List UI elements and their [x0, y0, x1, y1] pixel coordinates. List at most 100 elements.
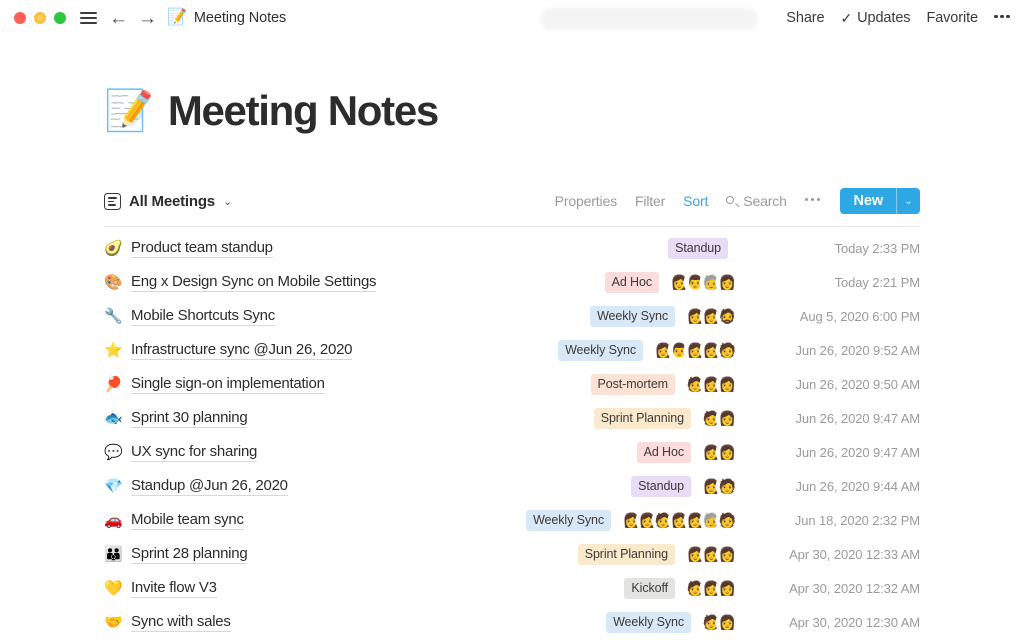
- avatar[interactable]: 👩: [717, 374, 738, 395]
- hamburger-menu-icon[interactable]: [80, 12, 97, 23]
- row-tag-badge[interactable]: Post-mortem: [591, 374, 675, 396]
- row-name-cell[interactable]: 🔧Mobile Shortcuts Sync: [104, 307, 275, 326]
- more-options-icon[interactable]: [994, 15, 1010, 22]
- row-title-link[interactable]: Invite flow V3: [131, 579, 217, 598]
- row-name-cell[interactable]: 🎨Eng x Design Sync on Mobile Settings: [104, 273, 376, 292]
- table-row[interactable]: 🏓Single sign-on implementation Post-morte…: [104, 367, 920, 401]
- row-title-link[interactable]: Standup @Jun 26, 2020: [131, 477, 288, 496]
- row-name-cell[interactable]: 🚗Mobile team sync: [104, 511, 244, 530]
- table-row[interactable]: 💎Standup @Jun 26, 2020Standup👩🧑Jun 26, 2…: [104, 469, 920, 503]
- table-view-icon: [104, 193, 121, 210]
- row-title-link[interactable]: Sprint 28 planning: [131, 545, 247, 564]
- sort-button[interactable]: Sort: [683, 193, 708, 209]
- row-avatar-group[interactable]: 🧑👩: [701, 408, 738, 429]
- avatar[interactable]: 👩: [717, 544, 738, 565]
- row-avatar-group[interactable]: 🧑👩👩: [685, 578, 738, 599]
- row-tag-badge[interactable]: Sprint Planning: [594, 408, 691, 430]
- row-title-link[interactable]: Mobile Shortcuts Sync: [131, 307, 275, 326]
- search-button[interactable]: Search: [726, 193, 786, 209]
- table-row[interactable]: 💛Invite flow V3Kickoff🧑👩👩Apr 30, 2020 12…: [104, 571, 920, 605]
- share-button[interactable]: Share: [786, 10, 824, 26]
- avatar[interactable]: 👩: [717, 442, 738, 463]
- table-row[interactable]: 🔧Mobile Shortcuts SyncWeekly Sync👩👩🧔Aug …: [104, 299, 920, 333]
- avatar[interactable]: 🧔: [717, 306, 738, 327]
- row-tag-badge[interactable]: Ad Hoc: [605, 272, 659, 294]
- view-name-label: All Meetings: [129, 193, 215, 210]
- page-emoji-icon[interactable]: 📝: [104, 91, 154, 131]
- row-avatar-group[interactable]: 🧑👩: [701, 612, 738, 633]
- table-row[interactable]: 👪Sprint 28 planningSprint Planning👩👩👩Apr…: [104, 537, 920, 571]
- avatar[interactable]: 👩: [717, 272, 738, 293]
- view-selector-all-meetings[interactable]: All Meetings ⌄: [104, 193, 232, 210]
- avatar[interactable]: 🧑: [717, 340, 738, 361]
- row-tag-badge[interactable]: Standup: [668, 238, 728, 260]
- row-date: Jun 26, 2020 9:47 AM: [748, 445, 920, 460]
- row-meta-cell: Sprint Planning👩👩👩Apr 30, 2020 12:33 AM: [578, 544, 920, 566]
- toolbar-more-options-icon[interactable]: [805, 198, 821, 204]
- search-label: Search: [743, 193, 786, 209]
- row-tag-badge[interactable]: Standup: [631, 476, 691, 498]
- page-title[interactable]: Meeting Notes: [168, 90, 438, 132]
- row-avatar-group[interactable]: 👩👩🧑👩👩🧓🧑: [621, 510, 738, 531]
- row-avatar-group[interactable]: 👩👩👩: [685, 544, 738, 565]
- table-row[interactable]: 🎨Eng x Design Sync on Mobile Settings Ad …: [104, 265, 920, 299]
- row-avatar-group[interactable]: 👩👩🧔: [685, 306, 738, 327]
- row-avatar-group[interactable]: 👩🧑: [701, 476, 738, 497]
- new-button[interactable]: New ⌄: [840, 188, 920, 214]
- row-tag-badge[interactable]: Ad Hoc: [637, 442, 691, 464]
- row-tag-badge[interactable]: Kickoff: [624, 578, 675, 600]
- row-avatar-group[interactable]: 🧑👩👩: [685, 374, 738, 395]
- avatar[interactable]: 👩: [717, 612, 738, 633]
- breadcrumb-document-title[interactable]: Meeting Notes: [194, 10, 286, 26]
- row-name-cell[interactable]: 🥑Product team standup: [104, 239, 273, 258]
- minimize-window-button[interactable]: [34, 12, 46, 24]
- table-row[interactable]: 🥑Product team standupStandupToday 2:33 P…: [104, 231, 920, 265]
- maximize-window-button[interactable]: [54, 12, 66, 24]
- row-name-cell[interactable]: 💛Invite flow V3: [104, 579, 217, 598]
- row-tag-badge[interactable]: Weekly Sync: [606, 612, 691, 634]
- avatar[interactable]: 👩: [717, 408, 738, 429]
- updates-button[interactable]: ✓ Updates: [840, 10, 910, 27]
- row-title-link[interactable]: Sprint 30 planning: [131, 409, 247, 428]
- filter-button[interactable]: Filter: [635, 193, 665, 209]
- row-tag-badge[interactable]: Sprint Planning: [578, 544, 675, 566]
- row-avatar-group[interactable]: 👩👨🧓👩: [669, 272, 738, 293]
- row-avatar-group[interactable]: 👩👨👩👩🧑: [653, 340, 738, 361]
- row-tag-badge[interactable]: Weekly Sync: [526, 510, 611, 532]
- close-window-button[interactable]: [14, 12, 26, 24]
- row-name-cell[interactable]: ⭐Infrastructure sync @Jun 26, 2020: [104, 341, 352, 360]
- table-row[interactable]: 🤝Sync with salesWeekly Sync🧑👩Apr 30, 202…: [104, 605, 920, 639]
- table-row[interactable]: ⭐Infrastructure sync @Jun 26, 2020 Weekly…: [104, 333, 920, 367]
- forward-arrow-icon[interactable]: →: [138, 9, 157, 28]
- row-name-cell[interactable]: 🏓Single sign-on implementation: [104, 375, 325, 394]
- table-row[interactable]: 🚗Mobile team syncWeekly Sync👩👩🧑👩👩🧓🧑Jun 1…: [104, 503, 920, 537]
- page-header: 📝 Meeting Notes: [0, 36, 1024, 160]
- row-tag-badge[interactable]: Weekly Sync: [558, 340, 643, 362]
- avatar[interactable]: 👩: [717, 578, 738, 599]
- row-title-link[interactable]: Sync with sales: [131, 613, 231, 632]
- row-title-link[interactable]: Product team standup: [131, 239, 273, 258]
- new-button-chevron-down-icon[interactable]: ⌄: [896, 188, 920, 214]
- avatar[interactable]: 🧑: [717, 510, 738, 531]
- new-button-label[interactable]: New: [840, 188, 896, 214]
- properties-button[interactable]: Properties: [555, 193, 617, 209]
- row-name-cell[interactable]: 👪Sprint 28 planning: [104, 545, 247, 564]
- row-tag-badge[interactable]: Weekly Sync: [590, 306, 675, 328]
- row-name-cell[interactable]: 🐟Sprint 30 planning: [104, 409, 247, 428]
- avatar[interactable]: 🧑: [717, 476, 738, 497]
- row-title-link[interactable]: Eng x Design Sync on Mobile Settings: [131, 273, 376, 292]
- row-title-link[interactable]: Single sign-on implementation: [131, 375, 325, 394]
- table-row[interactable]: 💬UX sync for sharing Ad Hoc 👩👩 Jun 26, 2020…: [104, 435, 920, 469]
- row-name-cell[interactable]: 🤝Sync with sales: [104, 613, 231, 632]
- row-title-link[interactable]: UX sync for sharing: [131, 443, 257, 462]
- row-date: Jun 26, 2020 9:50 AM: [748, 377, 920, 392]
- row-name-cell[interactable]: 💎Standup @Jun 26, 2020: [104, 477, 288, 496]
- row-avatar-group[interactable]: 👩👩: [701, 442, 738, 463]
- back-arrow-icon[interactable]: ←: [109, 9, 128, 28]
- row-name-cell[interactable]: 💬UX sync for sharing: [104, 443, 257, 462]
- table-row[interactable]: 🐟Sprint 30 planningSprint Planning🧑👩Jun …: [104, 401, 920, 435]
- row-meta-cell: Weekly Sync👩👩🧔Aug 5, 2020 6:00 PM: [590, 306, 920, 328]
- row-title-link[interactable]: Infrastructure sync @Jun 26, 2020: [131, 341, 352, 360]
- favorite-button[interactable]: Favorite: [926, 10, 978, 26]
- row-title-link[interactable]: Mobile team sync: [131, 511, 244, 530]
